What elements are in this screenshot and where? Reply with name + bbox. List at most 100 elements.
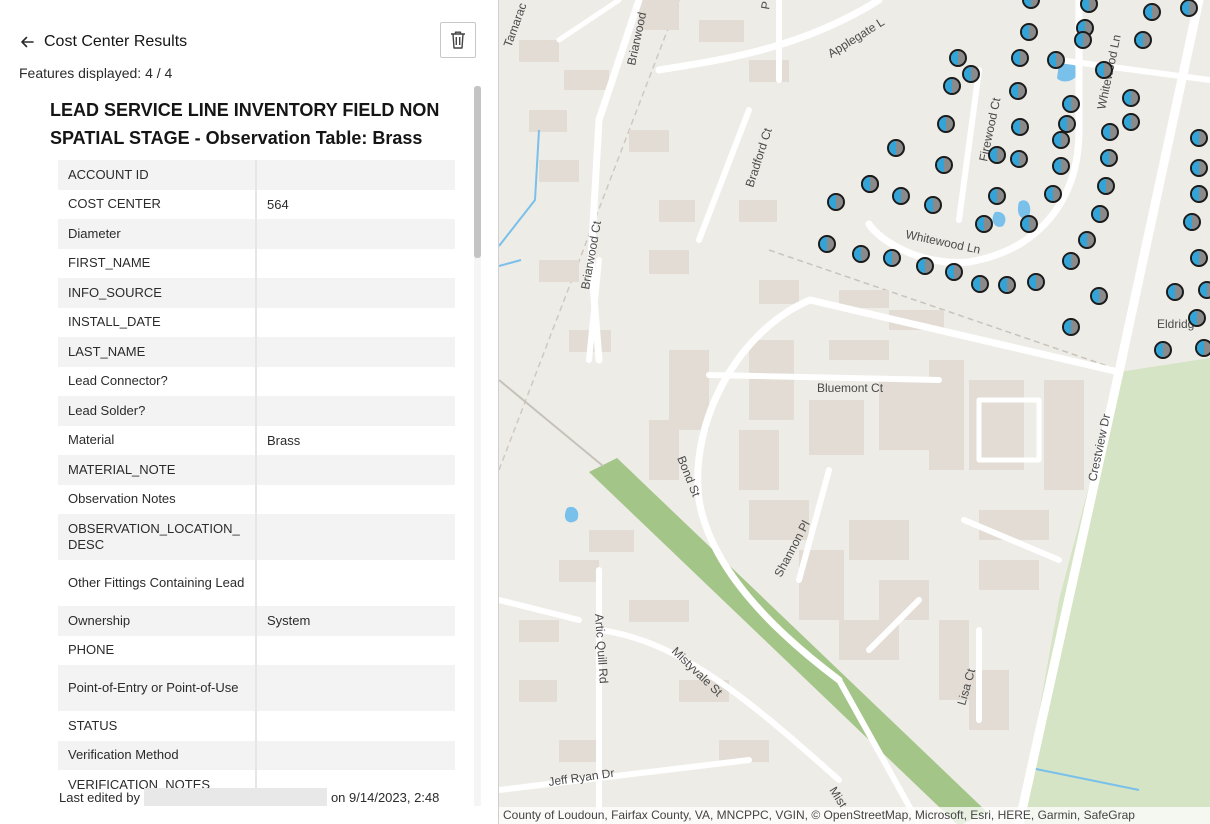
attribute-name: Other Fittings Containing Lead [58, 560, 257, 606]
panel-header: Cost Center Results Features displayed: … [0, 0, 499, 88]
service-line-marker[interactable] [1027, 273, 1045, 291]
back-button[interactable]: Cost Center Results [18, 30, 187, 54]
map-view[interactable]: Tamarac Briarwood Applegate L P Whitewoo… [499, 0, 1210, 824]
service-line-marker[interactable] [1047, 51, 1065, 69]
svg-text:Bradford Ct: Bradford Ct [743, 126, 775, 189]
service-line-marker[interactable] [1134, 31, 1152, 49]
service-line-marker[interactable] [1190, 159, 1208, 177]
attribute-value: System [267, 613, 311, 629]
service-line-marker[interactable] [1122, 113, 1140, 131]
attribute-value [256, 249, 455, 279]
attribute-row: Observation Notes [58, 484, 455, 515]
service-line-marker[interactable] [827, 193, 845, 211]
service-line-marker[interactable] [1198, 281, 1210, 299]
service-line-marker[interactable] [1100, 149, 1118, 167]
service-line-marker[interactable] [1154, 341, 1172, 359]
service-line-marker[interactable] [1052, 131, 1070, 149]
attribute-value [256, 278, 455, 308]
map-attribution: County of Loudoun, Fairfax County, VA, M… [499, 807, 1210, 824]
service-line-marker[interactable] [1183, 213, 1201, 231]
service-line-marker[interactable] [937, 115, 955, 133]
service-line-marker[interactable] [1020, 23, 1038, 41]
attribute-name: INFO_SOURCE [58, 278, 257, 308]
service-line-marker[interactable] [892, 187, 910, 205]
attribute-row: Verification Method [58, 740, 455, 771]
service-line-marker[interactable] [1190, 185, 1208, 203]
service-line-marker[interactable] [1143, 3, 1161, 21]
service-line-marker[interactable] [1074, 31, 1092, 49]
service-line-marker[interactable] [1062, 95, 1080, 113]
service-line-marker[interactable] [1020, 215, 1038, 233]
service-line-marker[interactable] [998, 276, 1016, 294]
service-line-marker[interactable] [1122, 89, 1140, 107]
attribute-value [256, 396, 455, 426]
service-line-marker[interactable] [818, 235, 836, 253]
service-line-marker[interactable] [1190, 249, 1208, 267]
service-line-marker[interactable] [1062, 252, 1080, 270]
trash-icon [451, 31, 465, 49]
service-line-marker[interactable] [1180, 0, 1198, 17]
attribute-row: Other Fittings Containing Lead [58, 560, 455, 606]
service-line-marker[interactable] [1166, 283, 1184, 301]
basemap[interactable]: Tamarac Briarwood Applegate L P Whitewoo… [499, 0, 1210, 824]
attribute-name: Diameter [58, 219, 257, 249]
service-line-marker[interactable] [1188, 309, 1206, 327]
service-line-marker[interactable] [971, 275, 989, 293]
attribute-name: LAST_NAME [58, 337, 257, 367]
attribute-row: ACCOUNT ID [58, 160, 455, 190]
attribute-value [256, 485, 455, 515]
service-line-marker[interactable] [1062, 318, 1080, 336]
service-line-marker[interactable] [1091, 205, 1109, 223]
service-line-marker[interactable] [1097, 177, 1115, 195]
service-line-marker[interactable] [924, 196, 942, 214]
attribute-row: INFO_SOURCE [58, 278, 455, 308]
service-line-marker[interactable] [943, 77, 961, 95]
service-line-marker[interactable] [1010, 150, 1028, 168]
attribute-value [256, 711, 455, 741]
service-line-marker[interactable] [883, 249, 901, 267]
attribute-value [256, 741, 455, 771]
service-line-marker[interactable] [916, 257, 934, 275]
attribute-name: Verification Method [58, 740, 257, 770]
service-line-marker[interactable] [1058, 115, 1076, 133]
service-line-marker[interactable] [887, 139, 905, 157]
service-line-marker[interactable] [1022, 0, 1040, 9]
service-line-marker[interactable] [988, 146, 1006, 164]
attribute-name: Material [58, 425, 257, 455]
service-line-marker[interactable] [1090, 287, 1108, 305]
attribute-row: Material Brass [58, 425, 455, 455]
service-line-marker[interactable] [1101, 123, 1119, 141]
attribute-value [256, 308, 455, 338]
service-line-marker[interactable] [852, 245, 870, 263]
service-line-marker[interactable] [1044, 185, 1062, 203]
service-line-marker[interactable] [935, 156, 953, 174]
service-line-marker[interactable] [861, 175, 879, 193]
service-line-marker[interactable] [1190, 129, 1208, 147]
attribute-value [256, 337, 455, 367]
service-line-marker[interactable] [1011, 118, 1029, 136]
delete-button[interactable] [440, 22, 476, 58]
service-line-marker[interactable] [1009, 82, 1027, 100]
service-line-marker[interactable] [1078, 231, 1096, 249]
service-line-marker[interactable] [1052, 157, 1070, 175]
attribute-value [256, 514, 455, 560]
attribute-row: Ownership System [58, 606, 455, 636]
attribute-value: 564 [267, 196, 289, 212]
attribute-value [256, 665, 455, 711]
service-line-marker[interactable] [1011, 49, 1029, 67]
features-count: Features displayed: 4 / 4 [19, 65, 173, 81]
service-line-marker[interactable] [962, 65, 980, 83]
service-line-marker[interactable] [945, 263, 963, 281]
rail-line [499, 379, 604, 467]
service-line-marker[interactable] [949, 49, 967, 67]
attribute-value [256, 455, 455, 485]
service-line-marker[interactable] [988, 187, 1006, 205]
service-line-marker[interactable] [1095, 61, 1113, 79]
scrollbar-thumb[interactable] [474, 86, 481, 258]
service-line-marker[interactable] [975, 215, 993, 233]
attribute-name: MATERIAL_NOTE [58, 455, 257, 485]
svg-text:Jeff Ryan Dr: Jeff Ryan Dr [547, 766, 615, 789]
service-line-marker[interactable] [1080, 0, 1098, 13]
service-line-marker[interactable] [1195, 339, 1210, 357]
attribute-value [256, 560, 455, 606]
